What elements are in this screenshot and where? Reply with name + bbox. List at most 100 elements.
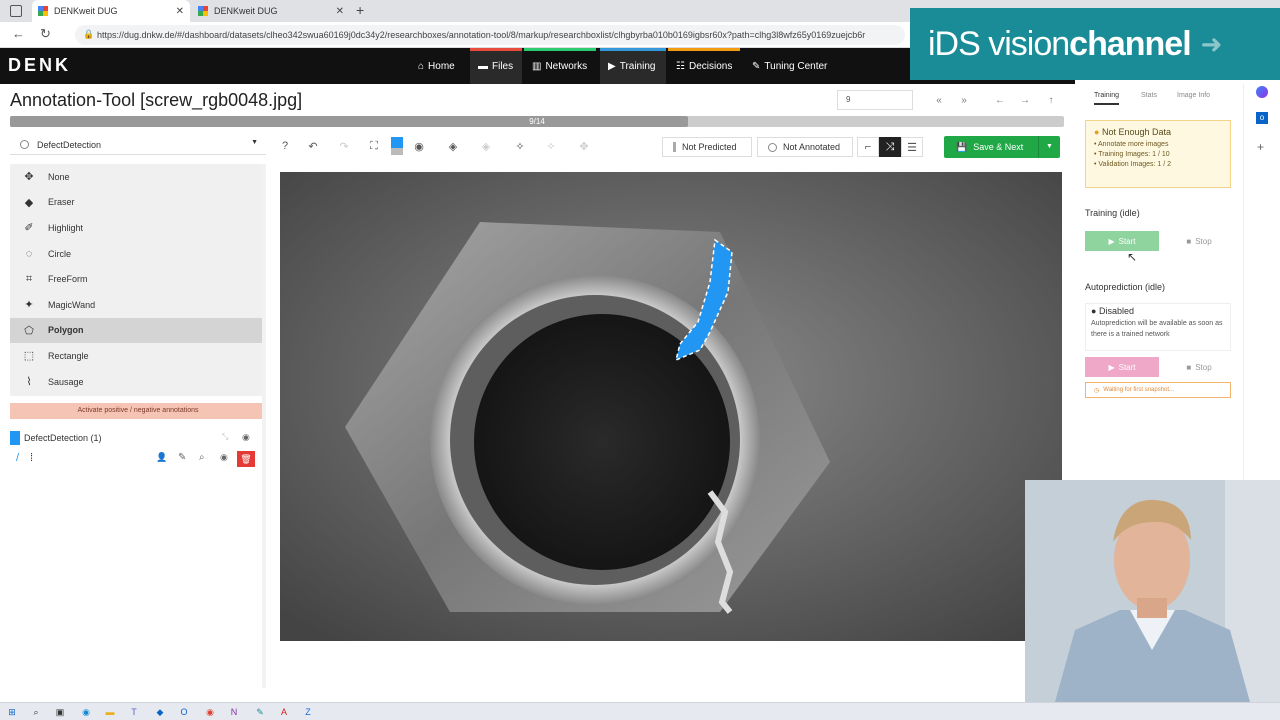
reload-icon[interactable]: ↻: [40, 26, 51, 42]
chrome-icon[interactable]: ◉: [204, 706, 216, 718]
edit-icon[interactable]: ✎: [178, 452, 186, 463]
list-view-icon[interactable]: ☰: [901, 137, 923, 157]
pen-icon[interactable]: ✎: [254, 706, 266, 718]
acrobat-icon[interactable]: A: [278, 706, 290, 718]
copilot-icon[interactable]: [1256, 86, 1268, 98]
tab-training[interactable]: Training: [1094, 92, 1120, 105]
tool-polygon[interactable]: ⬠ Polygon: [10, 317, 266, 344]
chart-view-icon[interactable]: ⌐: [857, 137, 879, 157]
redo-icon[interactable]: ↷: [333, 137, 355, 155]
ids-vision-channel-logo: iDS vision channel ➜: [910, 8, 1280, 80]
next-image-button[interactable]: →: [1013, 90, 1037, 110]
tool-rectangle[interactable]: ⬚ Rectangle: [10, 343, 266, 369]
autopred-start-button[interactable]: ▶ Start: [1085, 357, 1159, 377]
eye-icon[interactable]: ◉: [220, 452, 228, 463]
add-icon[interactable]: +: [1257, 140, 1264, 154]
tab-stats[interactable]: Stats: [1141, 92, 1157, 99]
undo-icon[interactable]: ↶: [302, 137, 324, 155]
save-next-button[interactable]: 💾 Save & Next ▼: [944, 136, 1060, 158]
nav-files[interactable]: ▬ Files: [470, 48, 522, 84]
tab-search-icon[interactable]: [10, 5, 22, 17]
new-tab-button[interactable]: +: [356, 2, 364, 18]
shuffle-icon[interactable]: ⤨: [879, 137, 901, 157]
warning-item-text: Training Images: 1 / 10: [1098, 151, 1170, 158]
hide-icon[interactable]: ◈: [475, 137, 497, 155]
tool-circle[interactable]: ◌ Circle: [10, 241, 266, 267]
eye-icon[interactable]: ◉: [242, 432, 250, 443]
search-icon[interactable]: ⌕: [30, 706, 42, 718]
close-tab-icon[interactable]: ✕: [336, 6, 344, 17]
tab-image-info[interactable]: Image Info: [1177, 92, 1210, 99]
tool-magicwand[interactable]: ✦ MagicWand: [10, 292, 266, 318]
app-icon[interactable]: ◆: [154, 706, 166, 718]
help-icon[interactable]: ?: [274, 137, 296, 155]
color-layer-icon[interactable]: [386, 137, 408, 155]
close-tab-icon[interactable]: ✕: [176, 6, 184, 17]
move-icon[interactable]: ✥: [573, 137, 595, 155]
first-image-button[interactable]: «: [927, 90, 951, 110]
lock-icon: 🔒: [83, 29, 95, 39]
tool-eraser[interactable]: ◆ Eraser: [10, 190, 266, 216]
view-options-icon[interactable]: ◈: [442, 137, 464, 155]
back-icon[interactable]: ←: [12, 26, 25, 41]
not-annotated-toggle[interactable]: Not Annotated: [757, 137, 853, 157]
image-number-input[interactable]: 9: [837, 90, 913, 110]
browser-side-panel: o +: [1243, 84, 1280, 504]
not-predicted-toggle[interactable]: Not Predicted: [662, 137, 752, 157]
annotation-canvas[interactable]: [280, 172, 1062, 641]
rectangle-icon: ⬚: [23, 350, 35, 363]
play-icon: ▶: [1108, 236, 1115, 246]
nav-decisions[interactable]: ☷ Decisions: [668, 48, 740, 84]
outlook-taskbar-icon[interactable]: O: [178, 706, 190, 718]
warning-item: • Validation Images: 1 / 2: [1094, 161, 1172, 168]
nav-training[interactable]: ▶ Training: [600, 48, 666, 84]
fit-screen-icon[interactable]: ⛶: [363, 137, 385, 155]
warning-item: • Training Images: 1 / 10: [1094, 151, 1170, 158]
activate-annotations-button[interactable]: Activate positive / negative annotations: [10, 403, 266, 419]
edge-icon[interactable]: ◉: [80, 706, 92, 718]
sparkle-icon[interactable]: ✧: [509, 137, 531, 155]
training-stop-button[interactable]: ■ Stop: [1168, 231, 1230, 251]
task-view-icon[interactable]: ▣: [54, 706, 66, 718]
explorer-icon[interactable]: ▬: [104, 706, 116, 718]
tool-none[interactable]: ✥ None: [10, 164, 266, 190]
prev-image-button[interactable]: ←: [988, 90, 1012, 110]
training-start-button[interactable]: ▶ Start: [1085, 231, 1159, 251]
url-field[interactable]: 🔒 https://dug.dnkw.de/#/dashboard/datase…: [75, 25, 905, 45]
annotation-item[interactable]: / ⁞ 👤 ✎ ⌕ ◉ 🗑: [10, 451, 266, 468]
last-image-button[interactable]: »: [952, 90, 976, 110]
outlook-icon[interactable]: o: [1256, 112, 1268, 124]
delete-icon[interactable]: 🗑: [237, 451, 255, 467]
resize-icon[interactable]: ⤡: [222, 432, 228, 442]
folder-icon: ▬: [478, 60, 488, 72]
caret-down-icon[interactable]: ▼: [1038, 136, 1060, 158]
browser-tab-1[interactable]: DENKweit DUG ✕: [32, 0, 190, 22]
windows-start-icon[interactable]: ⊞: [6, 706, 18, 718]
tool-highlight[interactable]: ✐ Highlight: [10, 215, 266, 241]
start-label: Start: [1118, 236, 1136, 246]
wrench-icon: ✎: [752, 60, 761, 72]
browser-tab-2[interactable]: DENKweit DUG ✕: [192, 0, 350, 22]
denk-logo[interactable]: DENK: [8, 55, 71, 76]
class-entry[interactable]: DefectDetection (1) ⤡ ◉: [10, 430, 266, 446]
class-select[interactable]: DefectDetection ▼: [10, 135, 266, 155]
zoom-app-icon[interactable]: Z: [302, 706, 314, 718]
waiting-text: Waiting for first snapshot...: [1103, 387, 1175, 393]
autopred-stop-button[interactable]: ■ Stop: [1168, 357, 1230, 377]
tool-freeform[interactable]: ⌗ FreeForm: [10, 266, 266, 292]
warning-icon: ●: [1094, 127, 1100, 137]
zoom-icon[interactable]: ⌕: [199, 452, 205, 463]
nav-tuning-center[interactable]: ✎ Tuning Center: [752, 48, 836, 84]
view-icon[interactable]: ◉: [408, 137, 430, 155]
tool-sausage[interactable]: ⌇ Sausage: [10, 369, 266, 395]
nav-home[interactable]: ⌂ Home: [418, 48, 458, 84]
onenote-icon[interactable]: N: [228, 706, 240, 718]
teams-icon[interactable]: T: [128, 706, 140, 718]
up-button[interactable]: ↑: [1039, 90, 1063, 110]
progress-bar: 9/14: [10, 116, 1064, 127]
play-icon: ▶: [608, 60, 616, 72]
nav-networks[interactable]: ▥ Networks: [524, 48, 596, 84]
user-icon[interactable]: 👤: [156, 452, 170, 466]
tool-panel: ✥ None ◆ Eraser ✐ Highlight ◌ Circle ⌗ FreeForm ✦ M…: [10, 164, 266, 396]
magic-icon[interactable]: ✧: [540, 137, 562, 155]
